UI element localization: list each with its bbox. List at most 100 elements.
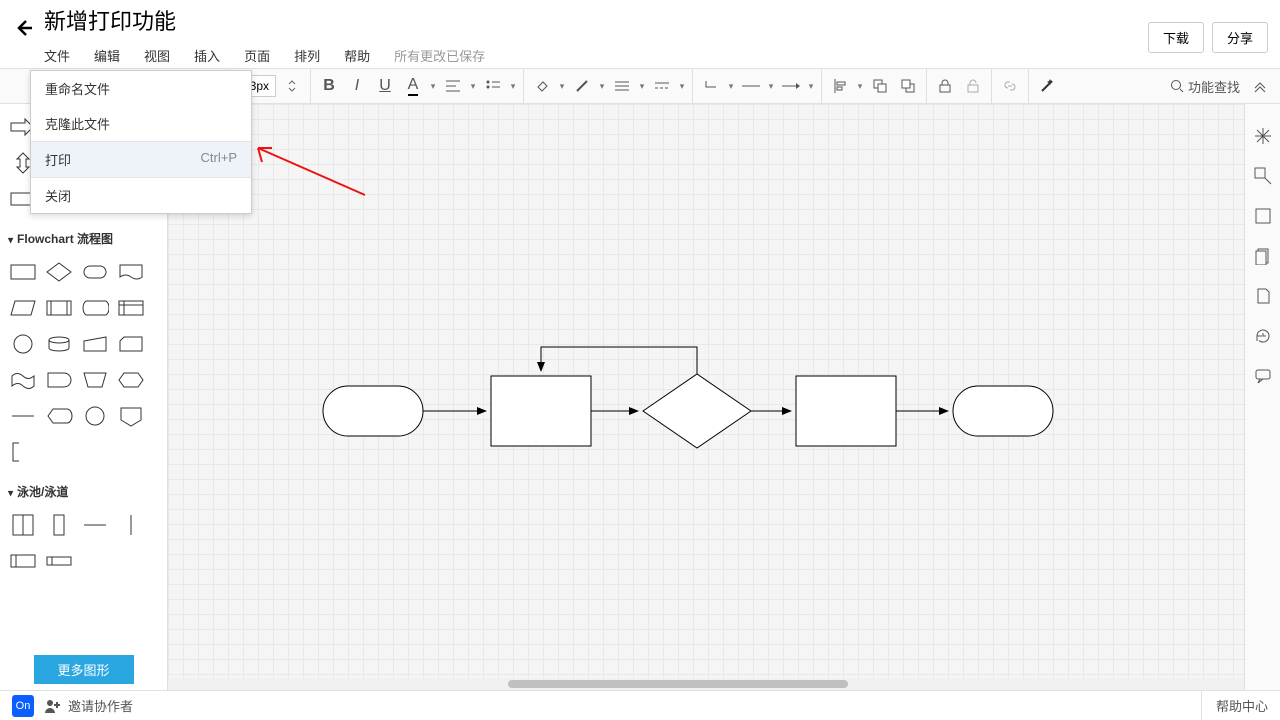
shape-sep-v[interactable] <box>116 510 146 540</box>
shape-connector[interactable] <box>8 329 38 359</box>
shape-display[interactable] <box>44 401 74 431</box>
menu-item-rename[interactable]: 重命名文件 <box>31 71 251 106</box>
shape-internal[interactable] <box>116 293 146 323</box>
font-color-button[interactable]: A <box>401 74 425 98</box>
menu-item-clone[interactable]: 克隆此文件 <box>31 106 251 141</box>
app-header: 新增打印功能 文件 编辑 视图 插入 页面 排列 帮助 所有更改已保存 下载 分… <box>0 0 1280 68</box>
node-process-2[interactable] <box>796 376 896 446</box>
shape-pool-h[interactable] <box>8 546 38 576</box>
shape-offpage[interactable] <box>116 401 146 431</box>
save-status: 所有更改已保存 <box>382 42 497 69</box>
menu-help[interactable]: 帮助 <box>332 42 382 69</box>
shape-manual-op[interactable] <box>80 365 110 395</box>
menu-insert[interactable]: 插入 <box>182 42 232 69</box>
shape-card[interactable] <box>116 329 146 359</box>
bring-front-button[interactable] <box>868 74 892 98</box>
menu-item-print[interactable]: 打印 Ctrl+P <box>31 141 251 177</box>
horizontal-scrollbar[interactable] <box>168 678 1244 690</box>
shape-sep-h[interactable] <box>80 510 110 540</box>
italic-button[interactable]: I <box>345 74 369 98</box>
shape-delay[interactable] <box>44 365 74 395</box>
align-button[interactable] <box>441 74 465 98</box>
file-menu-dropdown: 重命名文件 克隆此文件 打印 Ctrl+P 关闭 <box>30 70 252 214</box>
arrow-dropdown[interactable] <box>807 81 815 92</box>
shape-preparation[interactable] <box>116 365 146 395</box>
connector-dropdown[interactable] <box>727 81 735 92</box>
menu-file[interactable]: 文件 <box>44 42 82 69</box>
menu-edit[interactable]: 编辑 <box>82 42 132 69</box>
line-button[interactable] <box>739 74 763 98</box>
download-button[interactable]: 下载 <box>1148 22 1204 53</box>
section-swimlane[interactable]: 泳池/泳道 <box>0 477 167 506</box>
menu-view[interactable]: 视图 <box>132 42 182 69</box>
shape-predefined[interactable] <box>44 293 74 323</box>
edge-loop[interactable] <box>541 347 697 374</box>
line-width-dropdown[interactable] <box>638 81 646 92</box>
navigator-icon[interactable] <box>1251 124 1275 148</box>
node-start[interactable] <box>323 386 423 436</box>
line-style-button[interactable] <box>650 74 674 98</box>
node-process-1[interactable] <box>491 376 591 446</box>
more-shapes-button[interactable]: 更多图形 <box>34 655 134 684</box>
shape-process[interactable] <box>8 257 38 287</box>
shape-decision[interactable] <box>44 257 74 287</box>
page-icon[interactable] <box>1251 284 1275 308</box>
collapse-toolbar-icon[interactable] <box>1248 74 1272 98</box>
align-dropdown[interactable] <box>469 81 477 92</box>
line-color-dropdown[interactable] <box>598 81 606 92</box>
shape-database[interactable] <box>44 329 74 359</box>
shape-manual-input[interactable] <box>80 329 110 359</box>
connector-type-button[interactable] <box>699 74 723 98</box>
help-center[interactable]: 帮助中心 <box>1201 691 1268 720</box>
invite-collaborator[interactable]: 邀请协作者 <box>44 696 133 715</box>
canvas[interactable] <box>168 104 1244 690</box>
shape-document[interactable] <box>116 257 146 287</box>
list-button[interactable] <box>481 74 505 98</box>
menu-item-close[interactable]: 关闭 <box>31 177 251 213</box>
shape-stored-data[interactable] <box>80 293 110 323</box>
fill-color-button[interactable] <box>530 74 554 98</box>
magic-button[interactable] <box>1035 74 1059 98</box>
line-width-button[interactable] <box>610 74 634 98</box>
menu-arrange[interactable]: 排列 <box>282 42 332 69</box>
shape-or[interactable] <box>80 401 110 431</box>
unlock-button[interactable] <box>961 74 985 98</box>
back-icon[interactable] <box>12 16 36 40</box>
align-objects-dropdown[interactable] <box>856 81 864 92</box>
share-button[interactable]: 分享 <box>1212 22 1268 53</box>
node-end[interactable] <box>953 386 1053 436</box>
font-size-stepper[interactable] <box>280 74 304 98</box>
line-dropdown[interactable] <box>767 81 775 92</box>
document-title[interactable]: 新增打印功能 <box>44 8 1268 36</box>
line-color-button[interactable] <box>570 74 594 98</box>
line-style-dropdown[interactable] <box>678 81 686 92</box>
arrow-button[interactable] <box>779 74 803 98</box>
canvas-size-icon[interactable] <box>1251 204 1275 228</box>
flowchart-diagram[interactable] <box>168 104 1244 684</box>
bold-button[interactable]: B <box>317 74 341 98</box>
outline-icon[interactable] <box>1251 164 1275 188</box>
shape-terminator[interactable] <box>80 257 110 287</box>
shape-tape[interactable] <box>8 365 38 395</box>
shape-lane-v[interactable] <box>44 510 74 540</box>
history-icon[interactable] <box>1251 324 1275 348</box>
fill-dropdown[interactable] <box>558 81 566 92</box>
underline-button[interactable]: U <box>373 74 397 98</box>
shape-lane-h[interactable] <box>44 546 74 576</box>
section-flowchart[interactable]: Flowchart 流程图 <box>0 224 167 253</box>
pages-icon[interactable] <box>1251 244 1275 268</box>
send-back-button[interactable] <box>896 74 920 98</box>
shape-annotation[interactable] <box>8 437 38 467</box>
link-button[interactable] <box>998 74 1022 98</box>
list-dropdown[interactable] <box>509 81 517 92</box>
lock-button[interactable] <box>933 74 957 98</box>
menu-page[interactable]: 页面 <box>232 42 282 69</box>
comments-icon[interactable] <box>1251 364 1275 388</box>
feature-search[interactable]: 功能查找 <box>1162 77 1248 96</box>
shape-data[interactable] <box>8 293 38 323</box>
align-objects-button[interactable] <box>828 74 852 98</box>
shape-line[interactable] <box>8 401 38 431</box>
node-decision[interactable] <box>643 374 751 448</box>
font-color-dropdown[interactable] <box>429 81 437 92</box>
shape-pool-v[interactable] <box>8 510 38 540</box>
